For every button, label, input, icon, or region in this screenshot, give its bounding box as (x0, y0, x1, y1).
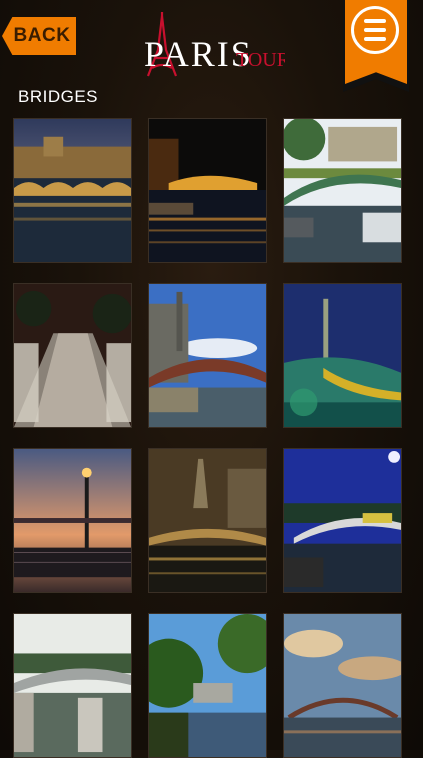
gallery-photo[interactable] (283, 613, 402, 758)
gallery-photo[interactable] (283, 118, 402, 263)
paris-tours-logo: PARIS TOURS (144, 12, 285, 77)
back-button[interactable]: BACK (2, 17, 76, 55)
gallery-photo[interactable] (13, 448, 132, 593)
gallery-photo[interactable] (148, 283, 267, 428)
gallery-photo[interactable] (148, 613, 267, 758)
gallery-photo[interactable] (283, 448, 402, 593)
logo-sub-text: TOURS (236, 49, 285, 71)
gallery-photo[interactable] (148, 448, 267, 593)
bridge-gallery (13, 118, 409, 758)
gallery-photo[interactable] (283, 283, 402, 428)
back-label: BACK (13, 25, 71, 46)
hamburger-menu-icon[interactable] (351, 6, 399, 54)
gallery-photo[interactable] (148, 118, 267, 263)
section-title: BRIDGES (18, 87, 99, 106)
gallery-photo[interactable] (13, 283, 132, 428)
gallery-photo[interactable] (13, 613, 132, 758)
gallery-photo[interactable] (13, 118, 132, 263)
